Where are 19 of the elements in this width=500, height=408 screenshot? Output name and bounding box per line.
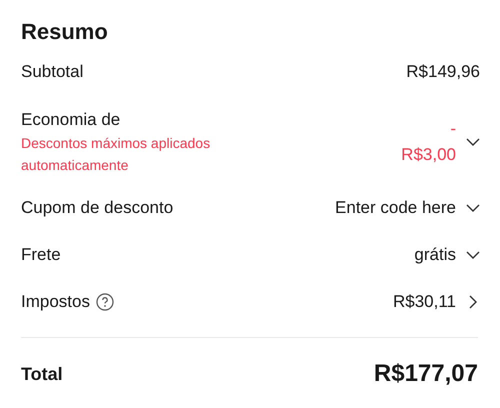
row-value: grátis [414,244,456,266]
row-label: Subtotal [21,61,84,83]
row-value: - R$3,00 [400,118,456,166]
help-icon[interactable] [96,292,114,310]
row-label: Impostos [21,290,90,312]
row-value: R$30,11 [392,290,456,312]
summary-title: Resumo [21,18,109,46]
chevron-down-icon[interactable] [466,204,480,212]
discount-note: Descontos máximos aplicados automaticamente [21,134,212,175]
row-label: Cupom de desconto [21,196,174,218]
row-value: Enter code here [335,196,456,218]
chevron-right-icon[interactable] [469,294,477,308]
total-value: R$177,07 [374,359,478,389]
row-value: R$149,96 [406,61,480,83]
chevron-down-icon[interactable] [466,138,480,146]
total-label: Total [21,362,63,386]
row-label: Economia de [21,109,120,131]
chevron-down-icon[interactable] [466,250,480,258]
row-label: Frete [21,244,61,266]
